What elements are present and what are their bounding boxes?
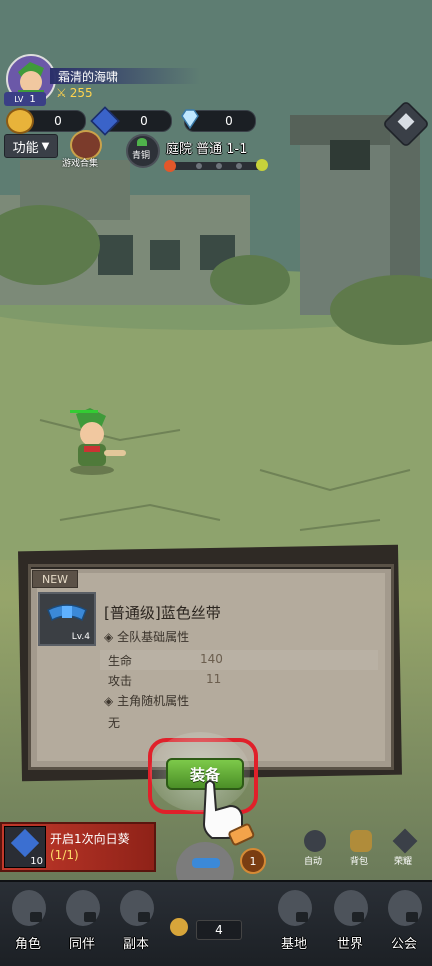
stat-row-hp: 生命 140	[100, 650, 378, 670]
stat-label-attack: 攻击	[108, 674, 133, 688]
diamond-bullet-icon: ◈	[104, 630, 114, 644]
stage-progress-bar	[164, 159, 268, 172]
diamond-icon	[178, 108, 202, 130]
summon-count-badge: 1	[240, 848, 266, 874]
sprout-icon	[137, 138, 147, 146]
gold-value: 0	[54, 114, 62, 128]
diamond-bullet-icon: ◈	[104, 694, 114, 708]
new-badge-label: NEW	[41, 572, 69, 586]
player-name-bar: 霜清的海啸	[50, 68, 200, 84]
stat-row-attack: 攻击 11	[100, 670, 378, 690]
team-attr-section: ◈ 全队基础属性	[104, 628, 189, 645]
dungeon-icon	[120, 890, 154, 926]
stat-value-hp: 140	[200, 652, 223, 666]
nav-character-label: 角色	[14, 937, 41, 952]
function-menu-button[interactable]: 功能 ▼	[4, 134, 58, 158]
character-icon	[12, 890, 46, 926]
new-badge: NEW	[32, 570, 78, 588]
stat-label-hp: 生命	[108, 654, 133, 668]
summon-count: 1	[249, 854, 257, 868]
glory-label: 荣耀	[394, 857, 413, 867]
nav-base[interactable]: 基地	[270, 888, 318, 958]
grid-icon	[397, 113, 415, 131]
auto-icon	[304, 830, 326, 852]
player-level-badge: LV 1	[4, 92, 46, 106]
nav-guild-label: 公会	[390, 937, 417, 952]
rank-label: 青铜	[132, 151, 151, 161]
backpack-label: 背包	[350, 857, 369, 867]
function-label: 功能	[12, 140, 39, 156]
level-prefix: LV	[14, 94, 24, 104]
stat-value-attack: 11	[206, 672, 222, 686]
nav-world[interactable]: 世界	[326, 888, 374, 958]
blue-ribbon-icon	[47, 604, 87, 622]
backpack-button[interactable]: 背包	[344, 830, 378, 868]
player-power: 255	[69, 86, 93, 100]
blue-gem-value: 0	[140, 114, 148, 128]
hero-health-bar	[70, 410, 98, 413]
game-collection-button[interactable]: 游戏合集	[62, 130, 104, 170]
lock-icon	[30, 912, 42, 922]
nav-guild[interactable]: 公会	[380, 888, 428, 958]
world-icon	[334, 890, 368, 926]
stage-waypoint-3	[236, 163, 242, 169]
team-attr-label: 全队基础属性	[117, 630, 190, 644]
blue-crystal-icon	[10, 828, 40, 858]
auto-label: 自动	[304, 857, 323, 867]
center-counter: 4	[196, 920, 242, 940]
backpack-icon	[350, 830, 372, 852]
center-count: 4	[215, 923, 223, 937]
summon-ribbon-icon	[192, 858, 220, 868]
item-level: Lv.4	[71, 632, 90, 642]
nav-dungeon[interactable]: 副本	[112, 888, 160, 958]
hero-character[interactable]	[60, 408, 130, 478]
lock-icon	[406, 912, 418, 922]
quest-count: 10	[30, 856, 43, 867]
stage-title: 庭院 普通 1-1	[166, 142, 248, 157]
lock-icon	[84, 912, 96, 922]
lock-icon	[138, 912, 150, 922]
lock-icon	[296, 912, 308, 922]
item-thumbnail[interactable]: Lv.4	[38, 592, 96, 646]
game-collection-label: 游戏合集	[62, 159, 99, 169]
stage-waypoint-2	[216, 163, 222, 169]
nav-companion[interactable]: 同伴	[58, 888, 106, 958]
gold-coin-icon	[6, 108, 34, 134]
quest-gem-icon: 10	[4, 826, 46, 868]
stage-progress-start-icon	[164, 160, 176, 172]
quest-progress: (1/1)	[50, 848, 79, 862]
nav-base-label: 基地	[280, 937, 307, 952]
random-attr-section: ◈ 主角随机属性	[104, 692, 189, 709]
rank-badge[interactable]: 青铜	[126, 134, 160, 168]
sun-icon	[170, 918, 188, 936]
player-power-row: ⚔ 255	[56, 86, 93, 100]
companion-icon	[66, 890, 100, 926]
diamond-value: 0	[225, 114, 233, 128]
nav-dungeon-label: 副本	[122, 937, 149, 952]
chevron-down-icon: ▼	[41, 140, 50, 152]
auto-button[interactable]: 自动	[298, 830, 332, 868]
stage-waypoint-1	[196, 163, 202, 169]
glory-button[interactable]: 荣耀	[388, 828, 422, 868]
glory-icon	[392, 828, 418, 854]
random-attr-label: 主角随机属性	[117, 694, 190, 708]
base-icon	[278, 890, 312, 926]
item-name: [普通级]蓝色丝带	[104, 604, 221, 622]
boss-skull-icon	[256, 159, 268, 171]
crossed-swords-icon: ⚔	[56, 86, 67, 100]
guild-icon	[388, 890, 422, 926]
player-name: 霜清的海啸	[58, 70, 119, 84]
nav-companion-label: 同伴	[68, 937, 95, 952]
nav-world-label: 世界	[336, 937, 363, 952]
player-level: 1	[29, 93, 36, 105]
random-attr-value: 无	[108, 716, 121, 730]
nav-character[interactable]: 角色	[4, 888, 52, 958]
lock-icon	[352, 912, 364, 922]
quest-label: 开启1次向日葵	[50, 832, 130, 846]
